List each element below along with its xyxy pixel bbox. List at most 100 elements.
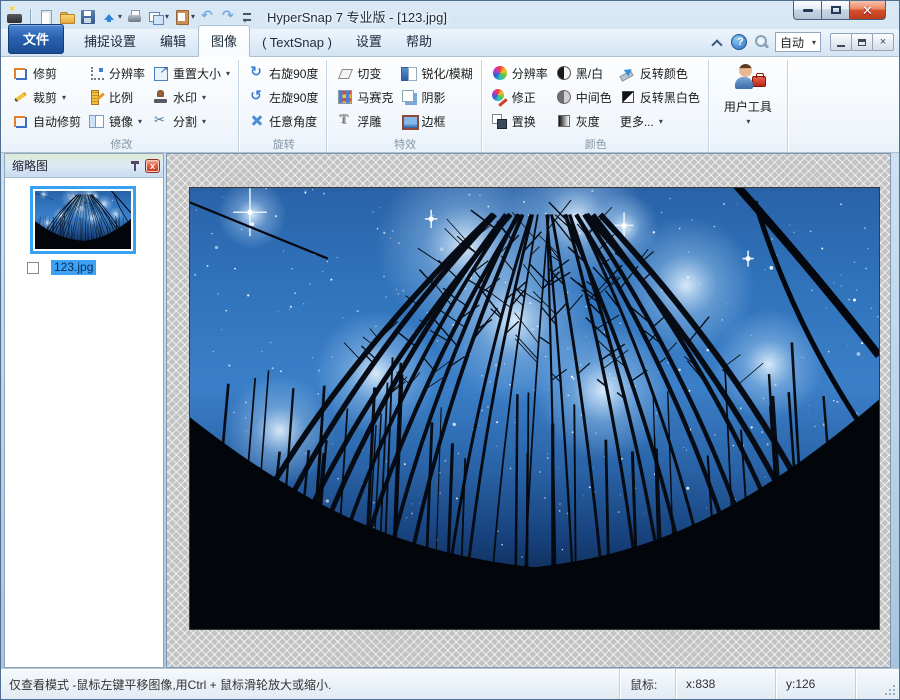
scale-ratio-icon (89, 89, 105, 105)
save-icon (80, 9, 96, 25)
midtone-icon (556, 89, 572, 105)
ribbon-group-label-color: 颜色 (489, 136, 703, 152)
mouse-label: 鼠标: (619, 669, 675, 699)
invert-colors-button[interactable]: 反转颜色 (617, 62, 691, 84)
open-folder-button[interactable] (58, 8, 76, 26)
invert-colors-label: 反转颜色 (640, 65, 688, 82)
mouse-y: y:126 (775, 669, 855, 699)
zoom-dropdown[interactable]: 自动 ▾ (775, 32, 821, 52)
ribbon-group-grid: 右旋90度左旋90度任意角度 (246, 61, 321, 133)
color-correct-button[interactable]: 修正 (489, 86, 539, 108)
sharpen-blur-label: 锐化/模糊 (421, 65, 472, 82)
rotate-left-90-label: 左旋90度 (269, 89, 318, 106)
copy-window-button[interactable]: ▾ (147, 8, 170, 26)
mosaic-icon (337, 89, 353, 105)
chevron-down-icon: ▾ (118, 12, 122, 21)
invert-colors-icon (620, 65, 636, 81)
resolution-button[interactable]: 分辨率 (86, 62, 148, 84)
toolbar-options-icon (242, 9, 252, 25)
canvas-area[interactable] (166, 153, 891, 668)
more-label: 更多... (620, 113, 654, 130)
rotate-any-angle-button[interactable]: 任意角度 (246, 110, 320, 132)
split-button[interactable]: 分割▾ (150, 110, 209, 132)
print-button[interactable] (126, 8, 144, 26)
watermark-button[interactable]: 水印▾ (150, 86, 209, 108)
export-upload-icon (101, 9, 117, 25)
thumbnail-selected-frame[interactable] (30, 186, 136, 254)
redo-button[interactable] (220, 8, 238, 26)
thumbnail-checkbox[interactable] (27, 262, 39, 274)
close-button[interactable]: ✕ (849, 1, 886, 20)
ribbon-group-modify: 修剪分辨率重置大小▾裁剪▾比例水印▾自动修剪镜像▾分割▾修改 (3, 60, 239, 152)
export-upload-button[interactable]: ▾ (100, 8, 123, 26)
copy-window-icon (148, 9, 164, 25)
cut-icon (13, 89, 29, 105)
replace-button[interactable]: 置换 (489, 110, 539, 132)
sharpen-blur-button[interactable]: 锐化/模糊 (398, 62, 475, 84)
doc-close-button[interactable]: × (872, 33, 894, 51)
mosaic-button[interactable]: 马赛克 (334, 86, 396, 108)
resize-label: 重置大小 (173, 65, 221, 82)
tab-capture-settings[interactable]: 捕捉设置 (72, 26, 148, 56)
rotate-left-90-button[interactable]: 左旋90度 (246, 86, 321, 108)
doc-minimize-button[interactable] (830, 33, 852, 51)
ribbon-group-grid: 修剪 分辨率重置大小▾ 裁剪▾ 比例水印▾ 自动修剪镜像▾分割▾ (10, 61, 233, 133)
emboss-button[interactable]: 浮雕 (334, 110, 384, 132)
trim-button[interactable]: 修剪 (10, 62, 60, 84)
toolbar-options-button[interactable] (241, 8, 253, 26)
maximize-icon (831, 6, 841, 14)
trim-label: 修剪 (33, 65, 57, 82)
undo-button[interactable] (199, 8, 217, 26)
emboss-icon (337, 113, 353, 129)
resize-grip[interactable] (855, 669, 899, 699)
scale-ratio-button[interactable]: 比例 (86, 86, 136, 108)
ribbon-group-grid: 分辨率黑/白 反转颜色修正 中间色反转黑白色置换灰度更多...▾ (489, 61, 703, 133)
pin-icon[interactable] (129, 160, 141, 172)
app-icon[interactable] (7, 8, 24, 25)
more-button[interactable]: 更多...▾ (617, 110, 666, 132)
shear-button[interactable]: 切变 (334, 62, 384, 84)
border-button[interactable]: 边框 (398, 110, 448, 132)
mirror-button[interactable]: 镜像▾ (86, 110, 145, 132)
save-button[interactable] (79, 8, 97, 26)
window-controls: ✕ (794, 1, 886, 20)
doc-restore-button[interactable] (851, 33, 873, 51)
tab-textsnap[interactable]: ( TextSnap ) (250, 30, 344, 56)
watermark-label: 水印 (173, 89, 197, 106)
color-correct-icon (492, 89, 508, 105)
document-window-controls: × (831, 33, 894, 51)
grayscale-button[interactable]: 灰度 (553, 110, 603, 132)
resize-button[interactable]: 重置大小▾ (150, 62, 233, 84)
magnifier-icon[interactable] (753, 34, 769, 50)
midtone-label: 中间色 (576, 89, 612, 106)
auto-trim-button[interactable]: 自动修剪 (10, 110, 84, 132)
thumbnail-image[interactable] (35, 191, 131, 249)
thumbnail-panel-title: 缩略图 (12, 157, 125, 174)
paste-button[interactable]: ▾ (173, 8, 196, 26)
color-resolution-button[interactable]: 分辨率 (489, 62, 551, 84)
maximize-button[interactable] (821, 1, 850, 20)
invert-black-white-button[interactable]: 反转黑白色 (617, 86, 703, 108)
tab-settings[interactable]: 设置 (344, 26, 394, 56)
midtone-button[interactable]: 中间色 (553, 86, 615, 108)
help-icon[interactable] (731, 34, 747, 50)
tab-image[interactable]: 图像 (198, 25, 250, 57)
cut-button[interactable]: 裁剪▾ (10, 86, 69, 108)
minimize-button[interactable] (793, 1, 822, 20)
rotate-right-90-button[interactable]: 右旋90度 (246, 62, 321, 84)
tab-file[interactable]: 文件 (8, 24, 64, 54)
tab-help[interactable]: 帮助 (394, 26, 444, 56)
resolution-icon (89, 65, 105, 81)
new-file-button[interactable] (37, 8, 55, 26)
replace-icon (492, 113, 508, 129)
shadow-button[interactable]: 阴影 (398, 86, 448, 108)
tab-edit[interactable]: 编辑 (148, 26, 198, 56)
black-white-button[interactable]: 黑/白 (553, 62, 606, 84)
user-tools-button[interactable]: 用户工具▾ (718, 63, 778, 126)
thumbnail-filename[interactable]: 123.jpg (51, 260, 96, 275)
image-view[interactable] (189, 187, 880, 630)
panel-close-button[interactable]: x (145, 159, 160, 173)
grayscale-icon (556, 113, 572, 129)
collapse-ribbon-icon[interactable] (709, 34, 725, 50)
thumbnail-panel-header: 缩略图 x (5, 154, 163, 178)
